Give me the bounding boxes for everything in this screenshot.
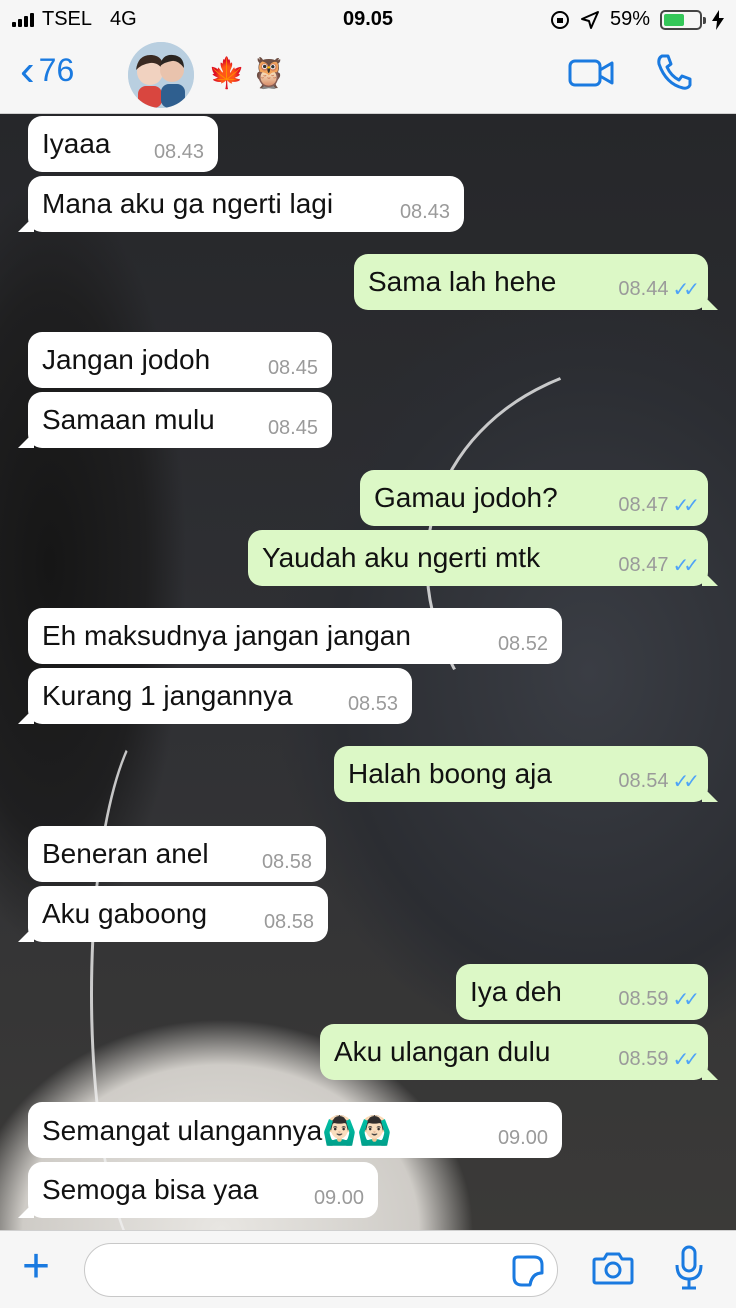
battery-percent: 59% xyxy=(609,8,650,30)
message-time: 08.45 xyxy=(268,357,318,380)
back-button[interactable]: ‹ 76 xyxy=(20,45,75,95)
message-text: Gamau jodoh? xyxy=(374,482,558,513)
incoming-message[interactable]: Semangat ulangannya🙆🏻‍♂️🙆🏻‍♂️ 09.00 xyxy=(28,1102,562,1158)
top-bar: TSEL 4G 09.05 59% ‹ 76 🍁 🦉 xyxy=(0,0,736,114)
message-time: 08.58 xyxy=(264,911,314,934)
outgoing-message[interactable]: Yaudah aku ngerti mtk 08.47 ✓✓ xyxy=(248,530,718,586)
message-text: Beneran anel xyxy=(42,838,209,869)
maple-leaf-emoji: 🍁 xyxy=(208,57,246,90)
outgoing-message[interactable]: Sama lah hehe 08.44 ✓✓ xyxy=(354,254,718,310)
message-text: Samaan mulu xyxy=(42,404,215,435)
incoming-message[interactable]: Kurang 1 jangannya 08.53 xyxy=(18,668,412,724)
timestamp: 08.45 xyxy=(267,417,318,439)
incoming-message[interactable]: Eh maksudnya jangan jangan 08.52 xyxy=(28,608,562,664)
message-time: 08.45 xyxy=(268,417,318,440)
incoming-message[interactable]: Iyaaa 08.43 xyxy=(28,116,218,172)
message-time: 08.53 xyxy=(348,693,398,716)
incoming-message[interactable]: Aku gaboong 08.58 xyxy=(18,886,328,942)
sticker-icon[interactable] xyxy=(512,1255,544,1287)
battery-icon xyxy=(660,9,706,30)
read-receipt-icon: ✓✓ xyxy=(672,771,699,793)
video-camera-icon[interactable] xyxy=(568,58,614,88)
incoming-message[interactable]: Semoga bisa yaa 09.00 xyxy=(18,1162,378,1218)
phone-icon[interactable] xyxy=(654,52,694,92)
message-text: Iya deh xyxy=(470,976,562,1007)
message-text: Iyaaa xyxy=(42,128,111,159)
message-time: 09.00 xyxy=(498,1127,548,1150)
message-text: Eh maksudnya jangan jangan xyxy=(42,620,411,651)
message-time: 08.54 ✓✓ xyxy=(618,769,699,794)
timestamp: 09.00 xyxy=(497,1127,548,1149)
message-text: Kurang 1 jangannya xyxy=(42,680,293,711)
read-receipt-icon: ✓✓ xyxy=(672,495,699,517)
composer-bar: + xyxy=(0,1230,736,1308)
timestamp: 08.43 xyxy=(399,201,450,223)
chat-area[interactable]: Iyaaa 08.43 Mana aku ga ngerti lagi 08.43 Sa… xyxy=(0,114,736,1230)
message-time: 08.58 xyxy=(262,851,312,874)
read-receipt-icon: ✓✓ xyxy=(672,279,699,301)
timestamp: 09.00 xyxy=(313,1187,364,1209)
timestamp: 08.47 xyxy=(618,554,669,576)
chevron-left-icon: ‹ xyxy=(20,45,35,95)
outgoing-message[interactable]: Halah boong aja 08.54 ✓✓ xyxy=(334,746,718,802)
wallpaper-cable xyxy=(358,282,736,906)
message-input[interactable] xyxy=(84,1243,558,1297)
timestamp: 08.53 xyxy=(347,693,398,715)
timestamp: 08.52 xyxy=(497,633,548,655)
timestamp: 08.45 xyxy=(267,357,318,379)
timestamp: 08.59 xyxy=(618,988,669,1010)
message-time: 08.52 xyxy=(498,633,548,656)
message-time: 08.43 xyxy=(154,141,204,164)
message-text: Semangat ulangannya🙆🏻‍♂️🙆🏻‍♂️ xyxy=(42,1114,392,1146)
message-text: Mana aku ga ngerti lagi xyxy=(42,188,334,219)
timestamp: 08.43 xyxy=(153,141,204,163)
read-receipt-icon: ✓✓ xyxy=(672,989,699,1011)
incoming-message[interactable]: Mana aku ga ngerti lagi 08.43 xyxy=(18,176,464,232)
timestamp: 08.58 xyxy=(263,911,314,933)
message-time: 08.47 ✓✓ xyxy=(618,493,699,518)
message-time: 09.00 xyxy=(314,1187,364,1210)
message-text: Yaudah aku ngerti mtk xyxy=(262,542,541,573)
plus-icon[interactable]: + xyxy=(22,1243,50,1291)
message-text: Sama lah hehe xyxy=(368,266,557,297)
orientation-lock-icon xyxy=(550,10,569,29)
outgoing-message[interactable]: Iya deh 08.59 ✓✓ xyxy=(456,964,708,1020)
timestamp: 08.47 xyxy=(618,494,669,516)
message-time: 08.47 ✓✓ xyxy=(618,553,699,578)
back-count: 76 xyxy=(38,52,75,88)
owl-emoji: 🦉 xyxy=(250,57,288,90)
contact-avatar[interactable] xyxy=(128,42,194,108)
charging-bolt-icon xyxy=(712,9,724,30)
incoming-message[interactable]: Beneran anel 08.58 xyxy=(28,826,326,882)
microphone-icon[interactable] xyxy=(674,1245,704,1291)
message-text: Jangan jodoh xyxy=(42,344,211,375)
timestamp: 08.54 xyxy=(618,770,669,792)
message-text: Aku ulangan dulu xyxy=(334,1036,551,1067)
incoming-message[interactable]: Samaan mulu 08.45 xyxy=(18,392,332,448)
status-right: 59% xyxy=(550,8,724,31)
message-text: Semoga bisa yaa xyxy=(42,1174,259,1205)
outgoing-message[interactable]: Gamau jodoh? 08.47 ✓✓ xyxy=(360,470,708,526)
location-arrow-icon xyxy=(580,10,599,29)
camera-icon[interactable] xyxy=(592,1251,634,1285)
message-time: 08.44 ✓✓ xyxy=(618,277,699,302)
read-receipt-icon: ✓✓ xyxy=(672,1049,699,1071)
message-time: 08.59 ✓✓ xyxy=(618,987,699,1012)
message-time: 08.59 ✓✓ xyxy=(618,1047,699,1072)
timestamp: 08.59 xyxy=(618,1048,669,1070)
status-bar: TSEL 4G 09.05 59% xyxy=(0,0,736,38)
incoming-message[interactable]: Jangan jodoh 08.45 xyxy=(28,332,332,388)
timestamp: 08.44 xyxy=(618,278,669,300)
outgoing-message[interactable]: Aku ulangan dulu 08.59 ✓✓ xyxy=(320,1024,718,1080)
message-text: Halah boong aja xyxy=(348,758,552,789)
message-time: 08.43 xyxy=(400,201,450,224)
timestamp: 08.58 xyxy=(261,851,312,873)
message-text: Aku gaboong xyxy=(42,898,208,929)
read-receipt-icon: ✓✓ xyxy=(672,555,699,577)
chat-header: ‹ 76 🍁 🦉 xyxy=(0,38,736,114)
